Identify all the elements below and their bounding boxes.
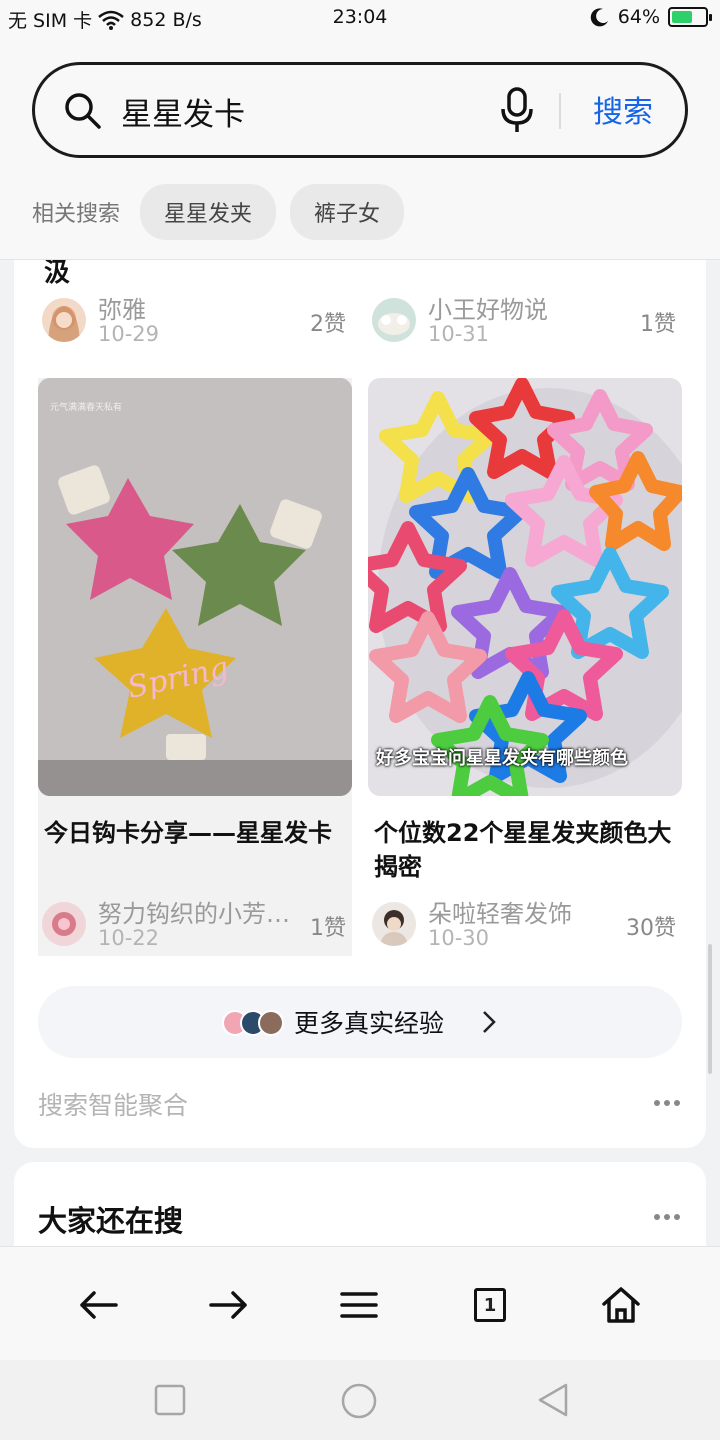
home-circle-icon[interactable] [340, 1382, 378, 1420]
home-icon [602, 1287, 640, 1323]
search-divider [559, 93, 561, 129]
post-card[interactable]: 好多宝宝问星星发夹有哪些颜色 个位数22个星星发夹颜色大揭密 朵啦轻奢发饰 10… [368, 378, 682, 956]
like-count: 2赞 [310, 312, 346, 337]
avatar-stack [222, 1010, 286, 1036]
author-name: 努力钩织的小芳… [98, 900, 290, 928]
tabs-button[interactable]: 1 [468, 1283, 512, 1327]
section-label: 搜索智能聚合 [38, 1091, 189, 1120]
post-image-star-clips: 好多宝宝问星星发夹有哪些颜色 [368, 378, 682, 796]
author-name: 小王好物说 [428, 296, 548, 324]
author-name: 弥雅 [98, 296, 146, 324]
avatar [42, 298, 86, 342]
svg-text:元气满满春天私有: 元气满满春天私有 [50, 401, 122, 413]
search-icon [65, 93, 101, 129]
avatar [372, 298, 416, 342]
more-options-icon[interactable] [654, 1214, 680, 1220]
chevron-right-icon [483, 1011, 496, 1033]
microphone-icon[interactable] [499, 87, 535, 135]
battery-icon [668, 7, 712, 27]
back-button[interactable] [76, 1283, 120, 1327]
more-options-icon[interactable] [654, 1100, 680, 1106]
author-name: 朵啦轻奢发饰 [428, 900, 572, 928]
post-card[interactable]: Spring 元气满满春天私有 今日钩卡分享——星星发卡 努力钩织的小芳… 10… [38, 378, 352, 956]
back-triangle-icon[interactable] [536, 1382, 570, 1418]
post-footer: 努力钩织的小芳… 10-22 1赞 [38, 894, 352, 958]
tabs-icon: 1 [474, 1288, 506, 1322]
post-footer: 朵啦轻奢发饰 10-30 30赞 [368, 894, 682, 958]
related-searches: 相关搜索 星星发夹 裤子女 [32, 184, 405, 240]
search-input[interactable] [121, 85, 481, 137]
recents-icon[interactable] [154, 1384, 186, 1416]
post-date: 10-30 [428, 926, 490, 950]
related-label: 相关搜索 [32, 202, 121, 227]
related-chip[interactable]: 星星发夹 [140, 184, 277, 240]
moon-icon [590, 8, 608, 27]
browser-toolbar: 1 [0, 1246, 720, 1360]
section-title: 大家还在搜 [38, 1204, 184, 1238]
status-bar: 无 SIM 卡 852 B/s 23:04 64% [0, 0, 720, 36]
search-header: 搜索 相关搜索 星星发夹 裤子女 [0, 36, 720, 260]
avatar [372, 902, 416, 946]
post-date: 10-29 [98, 322, 160, 346]
avatar [42, 902, 86, 946]
search-box[interactable]: 搜索 [32, 62, 688, 158]
arrow-right-icon [209, 1291, 247, 1319]
results-card: 汲 弥雅 10-29 2赞 小王好物说 10-31 1赞 Spring 元气满满… [14, 260, 706, 1148]
more-experiences-button[interactable]: 更多真实经验 [38, 986, 682, 1058]
image-caption: 好多宝宝问星星发夹有哪些颜色 [376, 748, 628, 769]
home-button[interactable] [599, 1283, 643, 1327]
battery-percent: 64% [617, 6, 660, 28]
system-navigation-bar [0, 1360, 720, 1440]
scrollbar[interactable] [708, 944, 712, 1074]
battery-fill [672, 11, 693, 23]
more-label: 更多真实经验 [294, 1009, 445, 1038]
forward-button[interactable] [207, 1283, 251, 1327]
post-image-crochet-stars: Spring 元气满满春天私有 [38, 378, 352, 796]
like-count: 1赞 [640, 312, 676, 337]
related-chip[interactable]: 裤子女 [290, 184, 405, 240]
menu-button[interactable] [337, 1283, 381, 1327]
post-date: 10-22 [98, 926, 160, 950]
post-date: 10-31 [428, 322, 490, 346]
clock: 23:04 [332, 6, 388, 28]
like-count: 1赞 [310, 916, 346, 941]
post-title: 个位数22个星星发夹颜色大揭密 [374, 819, 672, 881]
arrow-left-icon [80, 1291, 118, 1319]
search-button[interactable]: 搜索 [593, 87, 653, 131]
post-title: 今日钩卡分享——星星发卡 [44, 819, 332, 847]
post-title-fragment: 汲 [44, 260, 71, 288]
like-count: 30赞 [626, 916, 676, 941]
menu-icon [340, 1292, 378, 1318]
